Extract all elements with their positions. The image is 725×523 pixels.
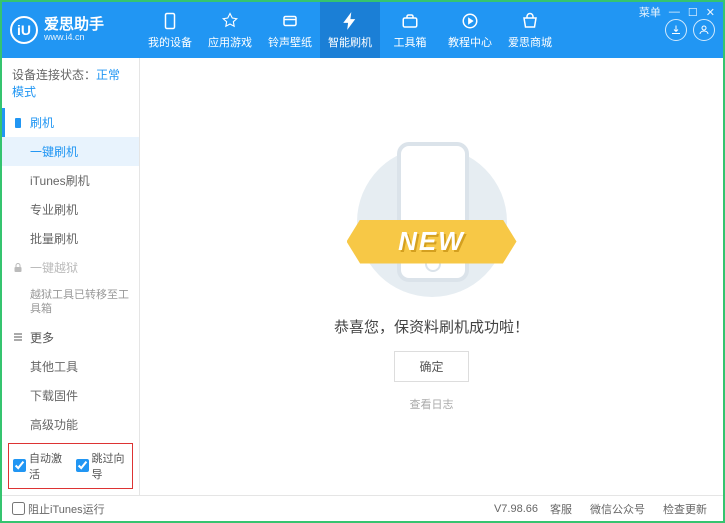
connection-status: 设备连接状态：正常模式 (2, 58, 139, 108)
sidebar-item-flash-2[interactable]: 专业刷机 (2, 195, 139, 224)
maximize-button[interactable]: ☐ (688, 6, 698, 19)
nav-label: 工具箱 (394, 34, 427, 50)
version-label: V7.98.66 (494, 503, 538, 515)
wechat-link[interactable]: 微信公众号 (584, 501, 651, 517)
cb-skip-guide-input[interactable] (76, 459, 89, 472)
checkbox-block-itunes[interactable]: 阻止iTunes运行 (12, 501, 105, 517)
window-controls: 菜单 — ☐ ✕ (639, 4, 715, 20)
sidebar-header-jailbreak: 一键越狱 (2, 253, 139, 282)
app-window: 菜单 — ☐ ✕ iU 爱思助手 www.i4.cn 我的设备应用游戏铃声壁纸智… (0, 0, 725, 523)
flash-header-label: 刷机 (30, 114, 54, 131)
sidebar-header-flash[interactable]: 刷机 (2, 108, 139, 137)
sidebar-item-more-0[interactable]: 其他工具 (2, 352, 139, 381)
success-message: 恭喜您，保资料刷机成功啦！ (334, 316, 529, 337)
nav-label: 智能刷机 (328, 34, 372, 50)
support-link[interactable]: 客服 (544, 501, 578, 517)
download-icon (670, 24, 682, 36)
statusbar: 阻止iTunes运行 V7.98.66 客服 微信公众号 检查更新 (2, 495, 723, 521)
nav-label: 应用游戏 (208, 34, 252, 50)
tutorial-icon (460, 11, 480, 31)
minimize-button[interactable]: — (669, 6, 680, 18)
close-button[interactable]: ✕ (706, 6, 715, 19)
menu-button[interactable]: 菜单 (639, 4, 661, 20)
block-itunes-label: 阻止iTunes运行 (28, 501, 105, 517)
titlebar: iU 爱思助手 www.i4.cn 我的设备应用游戏铃声壁纸智能刷机 工具箱 教程中… (2, 2, 723, 58)
more-header-label: 更多 (30, 329, 54, 346)
lock-icon (12, 262, 24, 274)
device-icon (160, 11, 180, 31)
nav-store[interactable]: 爱思商城 (500, 2, 560, 58)
nav-ring[interactable]: 铃声壁纸 (260, 2, 320, 58)
cb1-label: 自动激活 (29, 450, 66, 482)
list-icon (12, 331, 24, 343)
new-ribbon: NEW (347, 220, 517, 264)
body: 设备连接状态：正常模式 刷机 一键刷机iTunes刷机专业刷机批量刷机 一键越狱… (2, 58, 723, 495)
cb-block-itunes-input[interactable] (12, 502, 25, 515)
cb-auto-activate-input[interactable] (13, 459, 26, 472)
apps-icon (220, 11, 240, 31)
phone-icon (12, 117, 24, 129)
user-icon (698, 24, 710, 36)
nav-device[interactable]: 我的设备 (140, 2, 200, 58)
store-icon (520, 11, 540, 31)
nav-label: 教程中心 (448, 34, 492, 50)
sidebar-item-more-1[interactable]: 下载固件 (2, 381, 139, 410)
brand-url: www.i4.cn (44, 33, 104, 43)
sidebar: 设备连接状态：正常模式 刷机 一键刷机iTunes刷机专业刷机批量刷机 一键越狱… (2, 58, 140, 495)
nav-apps[interactable]: 应用游戏 (200, 2, 260, 58)
jailbreak-header-label: 一键越狱 (30, 259, 78, 276)
tools-icon (400, 11, 420, 31)
nav-tools[interactable]: 工具箱 (380, 2, 440, 58)
ok-button[interactable]: 确定 (394, 351, 468, 382)
nav-tutorial[interactable]: 教程中心 (440, 2, 500, 58)
nav-label: 铃声壁纸 (268, 34, 312, 50)
cb2-label: 跳过向导 (92, 450, 129, 482)
checkbox-row: 自动激活 跳过向导 (8, 443, 133, 489)
sidebar-item-flash-3[interactable]: 批量刷机 (2, 224, 139, 253)
conn-label: 设备连接状态： (12, 68, 96, 82)
flash-icon (340, 11, 360, 31)
checkbox-auto-activate[interactable]: 自动激活 (13, 450, 66, 482)
success-illustration: NEW (327, 142, 537, 302)
checkbox-skip-guide[interactable]: 跳过向导 (76, 450, 129, 482)
jailbreak-note: 越狱工具已转移至工具箱 (2, 282, 139, 323)
title-right (665, 19, 715, 41)
sidebar-header-more[interactable]: 更多 (2, 323, 139, 352)
ring-icon (280, 11, 300, 31)
user-button[interactable] (693, 19, 715, 41)
main-content: NEW 恭喜您，保资料刷机成功啦！ 确定 查看日志 (140, 58, 723, 495)
sidebar-item-flash-1[interactable]: iTunes刷机 (2, 166, 139, 195)
view-log-link[interactable]: 查看日志 (410, 396, 454, 412)
nav-flash[interactable]: 智能刷机 (320, 2, 380, 58)
nav-label: 爱思商城 (508, 34, 552, 50)
brand: iU 爱思助手 www.i4.cn (10, 16, 140, 44)
sidebar-item-more-2[interactable]: 高级功能 (2, 410, 139, 439)
top-nav: 我的设备应用游戏铃声壁纸智能刷机 工具箱 教程中心爱思商城 (140, 2, 665, 58)
sidebar-item-flash-0[interactable]: 一键刷机 (2, 137, 139, 166)
download-button[interactable] (665, 19, 687, 41)
check-update-link[interactable]: 检查更新 (657, 501, 713, 517)
logo-icon: iU (10, 16, 38, 44)
nav-label: 我的设备 (148, 34, 192, 50)
brand-name: 爱思助手 (44, 17, 104, 34)
